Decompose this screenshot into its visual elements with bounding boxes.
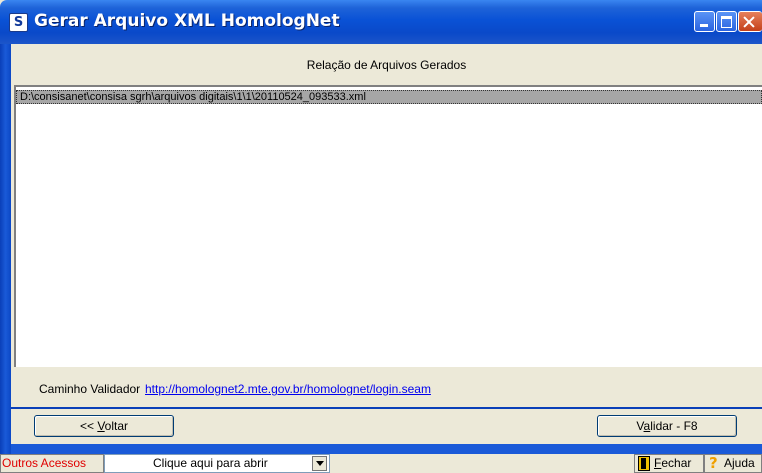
door-icon (638, 456, 650, 471)
minimize-button[interactable] (694, 11, 715, 32)
validate-button-rest: lidar - F8 (650, 419, 698, 433)
back-button-mnemonic: V (97, 419, 105, 433)
close-button[interactable]: Fechar (634, 454, 704, 473)
help-icon: ? (709, 454, 718, 472)
help-button-label: Ajuda (724, 456, 755, 470)
back-button-rest: oltar (104, 419, 129, 433)
help-button[interactable]: ? Ajuda (704, 454, 762, 473)
window-title: Gerar Arquivo XML HomologNet (34, 11, 340, 31)
dropdown-value: Clique aqui para abrir (153, 456, 268, 470)
bottom-separator (11, 444, 762, 454)
list-header-title: Relação de Arquivos Gerados (306, 58, 467, 72)
app-icon[interactable]: S (9, 13, 28, 32)
close-button-label: Fechar (654, 456, 691, 470)
back-button[interactable]: << Voltar (34, 415, 174, 437)
list-item[interactable]: D:\consisanet\consisa sgrh\arquivos digi… (16, 90, 762, 104)
generated-files-list[interactable]: D:\consisanet\consisa sgrh\arquivos digi… (14, 85, 762, 367)
back-button-prefix: << (79, 419, 98, 433)
other-access-dropdown[interactable]: Clique aqui para abrir (104, 454, 330, 473)
title-bar[interactable]: S Gerar Arquivo XML HomologNet (0, 0, 762, 44)
validate-button[interactable]: Validar - F8 (597, 415, 737, 437)
validate-button-prefix: V (636, 419, 644, 433)
window-frame-left (0, 44, 11, 473)
close-window-button[interactable] (738, 11, 762, 32)
maximize-button[interactable] (716, 11, 737, 32)
main-window: S Gerar Arquivo XML HomologNet Relação d… (0, 0, 762, 473)
chevron-down-icon (316, 461, 324, 466)
close-rest: echar (661, 456, 692, 470)
validator-path-label: Caminho Validador (39, 382, 141, 396)
other-access-label: Outros Acessos (0, 454, 104, 473)
validator-link[interactable]: http://homolognet2.mte.gov.br/homolognet… (145, 382, 431, 396)
dropdown-button[interactable] (312, 456, 327, 471)
